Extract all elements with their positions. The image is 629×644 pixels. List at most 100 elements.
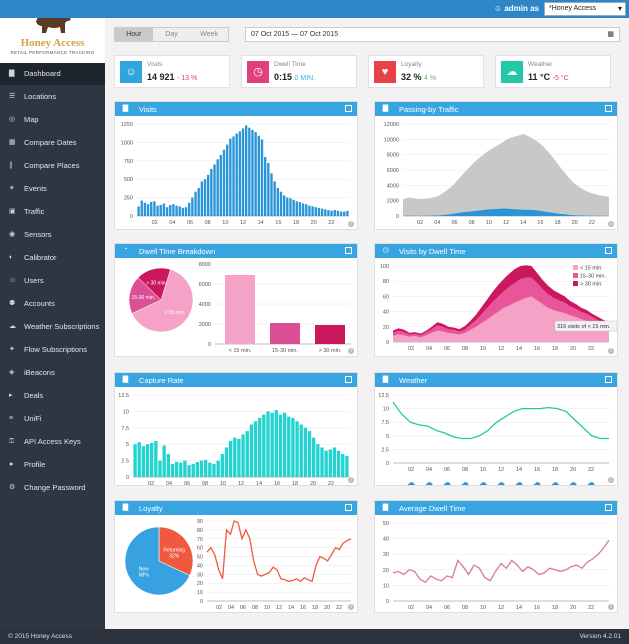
y-tick-label: 10 [383, 583, 389, 589]
y-tick-label: 7.5 [121, 426, 129, 432]
bar [232, 136, 235, 216]
bar [292, 199, 295, 216]
bar-chart-icon: ▇ [122, 376, 129, 383]
x-tick-label: 08 [205, 220, 211, 226]
kpi-delta: -5 °C [552, 75, 569, 82]
nav-item-flow-subscriptions[interactable]: ✦ Flow Subscriptions [0, 339, 105, 361]
nav-item-compare-places[interactable]: ∥ Compare Places [0, 155, 105, 177]
y-tick-label: 1250 [121, 122, 133, 128]
bar [175, 205, 178, 216]
nav-item-profile[interactable]: ● Profile [0, 454, 105, 476]
nav-item-users[interactable]: ☺ Users [0, 270, 105, 292]
period-hour-button[interactable]: Hour [115, 28, 153, 41]
bar [207, 174, 210, 216]
nav-item-ibeacons[interactable]: ◈ iBeacons [0, 362, 105, 384]
date-range-input[interactable]: 07 Oct 2015 — 07 Oct 2015 ▦ [245, 27, 620, 42]
x-tick-label: 06 [184, 481, 190, 485]
x-tick-label: 18 [292, 481, 298, 485]
kpi-weather: ☁ Weather 11 °C -5 °C [495, 55, 611, 88]
y-tick-label: 0 [130, 214, 133, 220]
nav-item-change-password[interactable]: ⚙ Change Password [0, 477, 105, 499]
nav-item-dashboard[interactable]: ▇ Dashboard [0, 63, 105, 85]
bar [170, 463, 175, 477]
kpi-dwell-time: ◷ Dwell Time 0:15 0 MIN. [241, 55, 357, 88]
bar [191, 463, 195, 477]
calendar-icon[interactable]: ▦ [607, 30, 614, 38]
nav-item-deals[interactable]: ▸ Deals [0, 385, 105, 407]
download-icon[interactable] [605, 504, 612, 511]
download-icon[interactable] [605, 247, 612, 254]
bar [145, 444, 150, 477]
panel-title: Capture Rate [139, 376, 184, 385]
nav-item-traffic[interactable]: ▣ Traffic [0, 201, 105, 223]
y-tick-label: 60 [383, 294, 389, 300]
y-tick-label: 40 [197, 563, 203, 569]
weather-cloud-icon: ☁ [533, 478, 541, 485]
download-icon[interactable] [605, 105, 612, 112]
y-tick-label: 60 [197, 546, 203, 552]
bar [150, 442, 154, 477]
x-tick-label: 12 [498, 467, 504, 473]
y-tick-label: 1000 [121, 140, 133, 146]
bar [150, 202, 153, 216]
panel-header: ◔ Dwell Time Breakdown [115, 244, 357, 258]
bar [233, 437, 237, 477]
bar [308, 205, 311, 216]
nav-item-events[interactable]: ✴ Events [0, 178, 105, 200]
nav-label: Dashboard [24, 69, 61, 78]
bar [169, 204, 172, 216]
download-icon[interactable] [345, 504, 352, 511]
x-tick-label: 22 [588, 346, 594, 352]
pie-chart-icon: ◔ [123, 246, 128, 253]
bar [324, 209, 327, 216]
x-tick-label: 08 [202, 481, 208, 485]
bar [194, 191, 197, 216]
bar [235, 133, 238, 216]
nav-item-unifi[interactable]: ≡ UniFi [0, 408, 105, 430]
y-tick-label: 5 [126, 442, 129, 448]
bar [333, 210, 336, 216]
site-select[interactable]: *Honey Access [544, 2, 626, 16]
period-week-button[interactable]: Week [190, 28, 228, 41]
y-tick-label: 20 [197, 581, 203, 587]
clock-icon: ◷ [247, 61, 269, 83]
logo-subtitle: RETAIL PERFORMANCE TRACKING [10, 50, 95, 55]
x-tick-label: 14 [520, 220, 526, 226]
nav-item-api-access-keys[interactable]: ⚿ API Access Keys [0, 431, 105, 453]
y-tick-label: 10 [383, 407, 389, 413]
y-tick-label: 40 [383, 537, 389, 543]
bar [241, 128, 245, 216]
nav-label: Flow Subscriptions [24, 345, 87, 354]
bar [257, 135, 261, 216]
nav-item-map[interactable]: ◎ Map [0, 109, 105, 131]
bar [203, 179, 207, 216]
bar [282, 412, 287, 477]
nav-item-sensors[interactable]: ◉ Sensors [0, 224, 105, 246]
download-icon[interactable] [345, 247, 352, 254]
panel-header: ▇ Capture Rate [115, 373, 357, 387]
columns-icon: ∥ [9, 162, 13, 169]
x-tick-label: 02 [216, 605, 222, 611]
nav-item-compare-dates[interactable]: ▦ Compare Dates [0, 132, 105, 154]
bar [140, 200, 143, 216]
bar [191, 197, 194, 216]
logo-title: Honey Access [20, 37, 85, 49]
download-icon[interactable] [605, 376, 612, 383]
bar [343, 211, 346, 216]
download-icon[interactable] [345, 376, 352, 383]
bar [158, 460, 162, 477]
nav-item-accounts[interactable]: ⚉ Accounts [0, 293, 105, 315]
x-tick-label: 20 [570, 346, 576, 352]
bar [224, 447, 229, 477]
legend-label: < 15 min. [580, 266, 603, 272]
x-tick-label: 16 [300, 605, 306, 611]
pie-label: 32% [169, 553, 180, 559]
car-icon: ▣ [9, 208, 16, 215]
nav-item-weather-subscriptions[interactable]: ☁ Weather Subscriptions [0, 316, 105, 338]
nav-item-calibrator[interactable]: ◐ Calibrator [0, 247, 105, 269]
pie-label: 68% [139, 573, 150, 579]
download-icon[interactable] [345, 105, 352, 112]
weather-cloud-icon: ☁ [551, 478, 559, 485]
nav-item-locations[interactable]: ☰ Locations [0, 86, 105, 108]
period-day-button[interactable]: Day [153, 28, 191, 41]
